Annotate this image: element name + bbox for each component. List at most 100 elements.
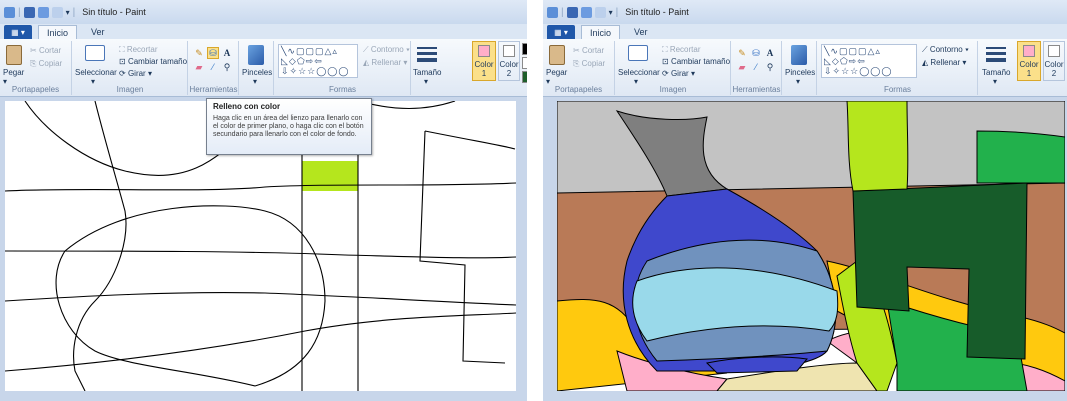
image-divider	[527, 0, 543, 401]
color2-swatch	[1048, 45, 1060, 57]
select-icon	[85, 45, 105, 61]
tab-view[interactable]: Ver	[626, 25, 656, 39]
cut-label: Cortar	[38, 46, 62, 55]
eraser-icon[interactable]: ▰	[736, 61, 748, 73]
undo-icon[interactable]	[37, 6, 49, 18]
brushes-dropdown-icon[interactable]: ▾	[796, 77, 800, 86]
shapes-group: ╲∿▢▢▢△▵ ◺◇⬠⇨⇦ ⇩✧☆☆◯◯◯ ⟋ Contorno ▾ ◭ Rel…	[818, 41, 978, 95]
tab-home[interactable]: Inicio	[38, 25, 78, 39]
rotate-button[interactable]: ⟳ Girar ▾	[662, 69, 695, 78]
fill-shape-label: Rellenar ▾	[930, 58, 967, 67]
shapes-group: ╲∿▢▢▢△▵ ◺◇⬠⇨⇦ ⇩✧☆☆◯◯◯ ⟋ Contorno ▾ ◭ Rel…	[275, 41, 411, 95]
rotate-label: Girar ▾	[670, 69, 695, 78]
color1-label: Color	[1019, 60, 1039, 69]
save-icon[interactable]	[23, 6, 35, 18]
outline-label: Contorno ▾	[929, 45, 969, 54]
copy-button[interactable]: ⎘ Copiar	[30, 59, 62, 69]
tools-group: ✎ ⛁ A ▰ ⁄ ⚲ Herramientas	[732, 41, 782, 95]
tools-group-label: Herramientas	[732, 85, 781, 94]
crop-label: Recortar	[669, 45, 701, 54]
size-dropdown-icon[interactable]: ▾	[424, 77, 428, 86]
image-group-label: Imagen	[659, 85, 687, 94]
brush-icon	[791, 45, 807, 65]
fill-bucket-icon[interactable]: ⛁	[750, 47, 762, 59]
color2-swatch	[503, 45, 515, 57]
outline-label: Contorno ▾	[370, 45, 410, 54]
customize-toolbar-icon[interactable]: ▾	[66, 8, 70, 17]
shapes-gallery[interactable]: ╲∿▢▢▢△▵ ◺◇⬠⇨⇦ ⇩✧☆☆◯◯◯	[821, 44, 917, 78]
shapes-row-1: ╲∿▢▢▢△▵	[281, 46, 338, 56]
select-button[interactable]: Seleccionar	[75, 68, 117, 77]
brush-icon	[248, 45, 264, 65]
color1-label: Color	[474, 60, 494, 69]
redo-icon[interactable]	[51, 6, 63, 18]
select-button[interactable]: Seleccionar	[618, 68, 660, 77]
tab-home[interactable]: Inicio	[581, 25, 621, 39]
title-bar: | ▾ | Sin título - Paint	[543, 0, 1067, 24]
brushes-button[interactable]: Pinceles	[242, 68, 272, 77]
canvas-workarea	[543, 97, 1067, 401]
outline-button[interactable]: ⟋ Contorno ▾	[363, 45, 410, 55]
color1-button[interactable]: Color 1	[1017, 41, 1041, 81]
text-tool-icon[interactable]: A	[221, 47, 233, 59]
crop-button[interactable]: ⛶ Recortar	[662, 45, 701, 55]
shapes-row-2: ◺◇⬠⇨⇦	[824, 56, 866, 66]
tools-grid: ✎ ⛁ A ▰ ⁄ ⚲	[193, 47, 233, 73]
tools-group-label: Herramientas	[189, 85, 238, 94]
file-menu-button[interactable]: ▦ ▾	[547, 25, 575, 39]
file-menu-button[interactable]: ▦ ▾	[4, 25, 32, 39]
outline-button[interactable]: ⟋ Contorno ▾	[922, 45, 969, 55]
pencil-icon[interactable]: ✎	[193, 47, 205, 59]
brushes-button[interactable]: Pinceles	[785, 68, 815, 77]
paint-app-icon	[4, 6, 15, 18]
drawing-canvas[interactable]	[557, 101, 1065, 391]
rotate-button[interactable]: ⟳ Girar ▾	[119, 69, 152, 78]
color1-number: 1	[481, 69, 487, 78]
eraser-icon[interactable]: ▰	[193, 61, 205, 73]
size-line-1	[986, 47, 1006, 49]
colored-painting	[557, 101, 1065, 391]
size-line-3	[986, 58, 1006, 62]
customize-toolbar-icon[interactable]: ▾	[609, 8, 613, 17]
brushes-group: Pinceles ▾	[240, 41, 274, 95]
brushes-group: Pinceles ▾	[783, 41, 817, 95]
color-picker-icon[interactable]: ⁄	[207, 61, 219, 73]
shapes-row-2: ◺◇⬠⇨⇦	[281, 56, 323, 66]
size-line-3	[417, 58, 437, 62]
undo-icon[interactable]	[580, 6, 592, 18]
save-icon[interactable]	[566, 6, 578, 18]
size-dropdown-icon[interactable]: ▾	[993, 77, 997, 86]
image-group-label: Imagen	[116, 85, 144, 94]
fill-bucket-icon[interactable]: ⛁	[207, 47, 219, 59]
ribbon-tabs: ▦ ▾ Inicio Ver	[543, 24, 1067, 39]
fill-shape-label: Rellenar ▾	[371, 58, 408, 67]
resize-button[interactable]: ⊡ Cambiar tamaño	[119, 57, 187, 66]
crop-button[interactable]: ⛶ Recortar	[119, 45, 158, 55]
size-button[interactable]: Tamaño	[982, 68, 1010, 77]
size-button[interactable]: Tamaño	[413, 68, 441, 77]
fill-shape-button[interactable]: ◭ Rellenar ▾	[922, 58, 966, 67]
select-icon	[628, 45, 648, 61]
shapes-row-1: ╲∿▢▢▢△▵	[824, 46, 881, 56]
color2-button[interactable]: Color 2	[1043, 41, 1065, 81]
pencil-icon[interactable]: ✎	[736, 47, 748, 59]
cut-label: Cortar	[581, 46, 605, 55]
cut-button[interactable]: ✂ Cortar	[573, 46, 604, 55]
color1-button[interactable]: Color 1	[472, 41, 496, 81]
color2-button[interactable]: Color 2	[498, 41, 520, 81]
cut-button[interactable]: ✂ Cortar	[30, 46, 61, 55]
magnifier-icon[interactable]: ⚲	[221, 61, 233, 73]
paste-button[interactable]: Pegar	[546, 68, 567, 77]
rotate-label: Girar ▾	[127, 69, 152, 78]
color-picker-icon[interactable]: ⁄	[750, 61, 762, 73]
paste-button[interactable]: Pegar	[3, 68, 24, 77]
text-tool-icon[interactable]: A	[764, 47, 776, 59]
tab-view[interactable]: Ver	[83, 25, 113, 39]
brushes-dropdown-icon[interactable]: ▾	[253, 77, 257, 86]
redo-icon[interactable]	[594, 6, 606, 18]
shapes-gallery[interactable]: ╲∿▢▢▢△▵ ◺◇⬠⇨⇦ ⇩✧☆☆◯◯◯	[278, 44, 358, 78]
magnifier-icon[interactable]: ⚲	[764, 61, 776, 73]
resize-button[interactable]: ⊡ Cambiar tamaño	[662, 57, 730, 66]
copy-button[interactable]: ⎘ Copiar	[573, 59, 605, 69]
fill-shape-button[interactable]: ◭ Rellenar ▾	[363, 58, 407, 67]
